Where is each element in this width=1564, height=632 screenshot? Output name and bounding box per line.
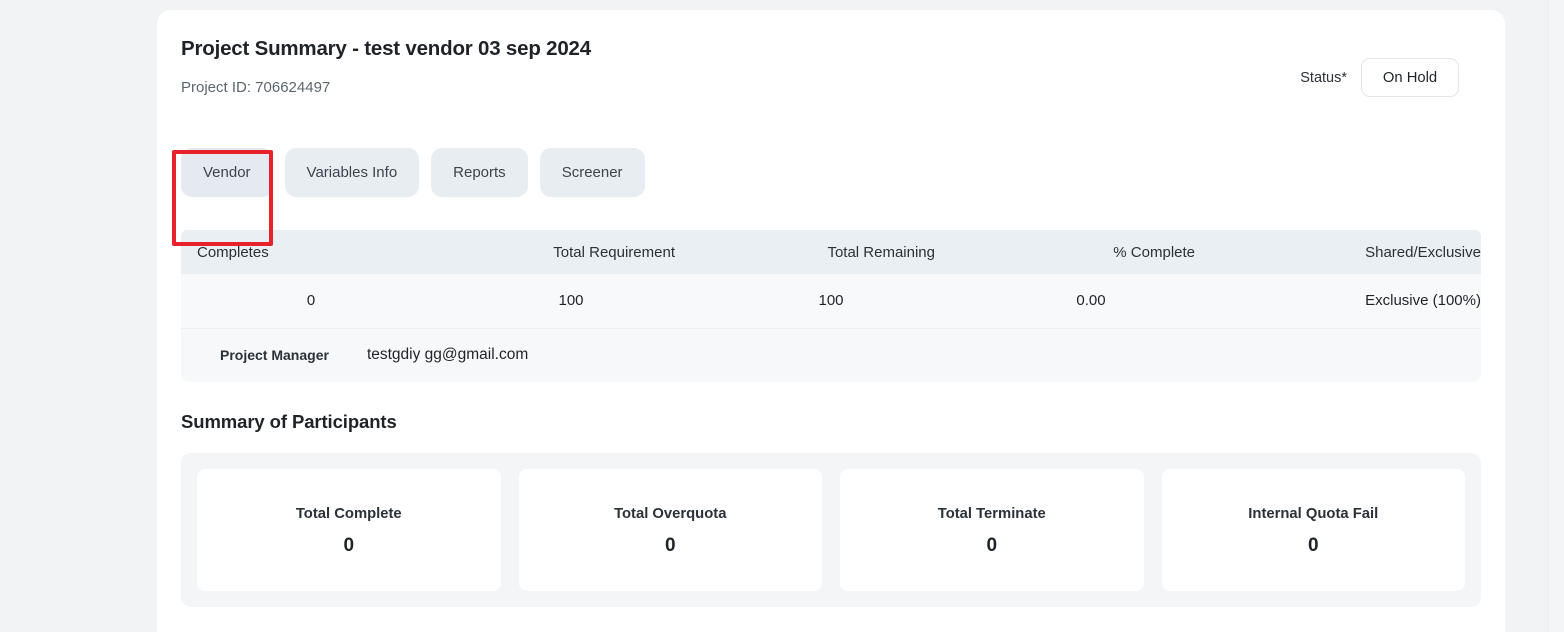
page-root: Project Summary - test vendor 03 sep 202… <box>0 0 1564 632</box>
page-title: Project Summary - test vendor 03 sep 202… <box>181 37 591 60</box>
stat-value-internal-quota-fail: 0 <box>1307 534 1319 556</box>
participants-stats-panel: Total Complete 0 Total Overquota 0 Total… <box>181 452 1481 607</box>
column-header-total-remaining: Total Remaining <box>701 230 961 274</box>
table-body: 0 100 100 0.00 Exclusive (100%) <box>181 274 1481 329</box>
tab-variables-info[interactable]: Variables Info <box>284 148 420 197</box>
tabs-region: Vendor Variables Info Reports Screener <box>172 124 1481 246</box>
column-header-shared-exclusive: Shared/Exclusive <box>1221 230 1481 274</box>
table-header: Completes Total Requirement Total Remain… <box>181 230 1481 274</box>
stat-card-total-overquota: Total Overquota 0 <box>518 468 822 591</box>
tab-reports[interactable]: Reports <box>431 148 528 197</box>
stat-card-total-complete: Total Complete 0 <box>197 468 501 591</box>
stat-value-total-overquota: 0 <box>664 534 676 556</box>
project-summary-card: Project Summary - test vendor 03 sep 202… <box>157 10 1505 632</box>
column-header-completes: Completes <box>181 230 441 274</box>
cell-total-remaining: 100 <box>701 274 961 329</box>
tab-vendor[interactable]: Vendor <box>181 148 273 197</box>
table-header-row: Completes Total Requirement Total Remain… <box>181 230 1481 274</box>
status-control: Status* On Hold <box>1300 58 1459 97</box>
page-right-gutter <box>1548 0 1564 632</box>
participants-section-title: Summary of Participants <box>181 410 397 432</box>
stat-label-internal-quota-fail: Internal Quota Fail <box>1248 505 1379 522</box>
vendor-summary-table: Completes Total Requirement Total Remain… <box>181 230 1481 329</box>
stat-label-total-complete: Total Complete <box>295 505 402 522</box>
project-manager-value: testgdiy gg@gmail.com <box>366 346 529 363</box>
cell-percent-complete: 0.00 <box>961 274 1221 329</box>
tab-screener[interactable]: Screener <box>539 148 645 197</box>
stat-card-total-terminate: Total Terminate 0 <box>840 468 1144 591</box>
project-manager-label: Project Manager <box>220 347 329 363</box>
cell-total-requirement: 100 <box>441 274 701 329</box>
project-id-text: Project ID: 706624497 <box>181 79 331 96</box>
stat-value-total-terminate: 0 <box>986 534 998 556</box>
project-manager-row: Project Manager testgdiy gg@gmail.com <box>181 328 1481 382</box>
cell-completes: 0 <box>181 274 441 329</box>
column-header-total-requirement: Total Requirement <box>441 230 701 274</box>
stat-value-total-complete: 0 <box>343 534 355 556</box>
card-header: Project Summary - test vendor 03 sep 202… <box>181 36 1481 122</box>
status-button[interactable]: On Hold <box>1361 58 1459 97</box>
column-header-percent-complete: % Complete <box>961 230 1221 274</box>
status-label: Status* <box>1300 69 1347 86</box>
stat-label-total-terminate: Total Terminate <box>937 505 1046 522</box>
stat-card-internal-quota-fail: Internal Quota Fail 0 <box>1161 468 1465 591</box>
table-row: 0 100 100 0.00 Exclusive (100%) <box>181 274 1481 329</box>
tab-bar: Vendor Variables Info Reports Screener <box>172 148 645 246</box>
stat-label-total-overquota: Total Overquota <box>614 505 727 522</box>
cell-shared-exclusive: Exclusive (100%) <box>1221 274 1481 329</box>
